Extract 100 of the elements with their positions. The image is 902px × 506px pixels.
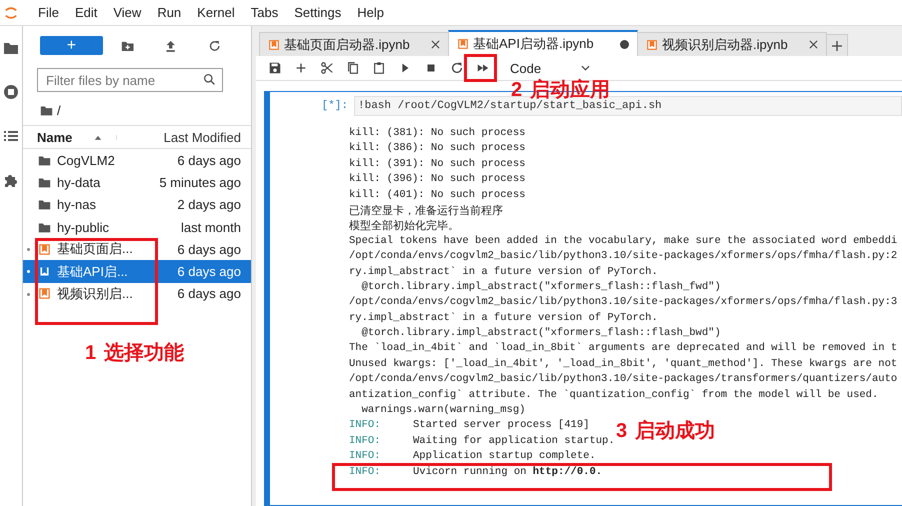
notebook-tab[interactable]: 视频识别启动器.ipynb [637, 32, 827, 56]
log-level: INFO: [349, 418, 382, 434]
path-text[interactable]: / [57, 102, 61, 118]
output-line: antization_config` attribute. The `quantization_config` from the model will be used. [349, 388, 880, 403]
notebook-icon [268, 38, 280, 50]
modified-time: last month [181, 220, 241, 235]
plus-icon [832, 40, 842, 50]
folder-icon [38, 176, 51, 189]
output-line: /opt/conda/envs/cogvlm2_basic/lib/python3.10/site-packages/transformers/quantizers/auto [349, 372, 898, 388]
modified-column-header[interactable]: Last Modified [164, 130, 241, 144]
log-level: INFO: [349, 434, 382, 449]
name-column-header[interactable]: Name [37, 130, 72, 144]
menu-item[interactable]: Help [349, 5, 392, 20]
clipboard-icon[interactable] [372, 61, 386, 75]
tab-label: 视频识别启动器.ipynb [662, 36, 789, 54]
file-row[interactable]: CogVLM2 6 days ago [23, 149, 251, 172]
output-line: Special tokens have been added in the vocabulary, make sure the associated word embeddi [349, 234, 898, 249]
close-icon[interactable] [809, 40, 818, 49]
step-label: 启动成功 [635, 420, 716, 440]
puzzle-icon[interactable] [3, 172, 19, 188]
copy-icon[interactable] [346, 61, 360, 75]
new-launcher-button[interactable]: + [40, 36, 103, 55]
output-line: kill: (381): No such process [349, 126, 526, 141]
menu-item[interactable]: Settings [286, 5, 350, 20]
output-line: /opt/conda/envs/cogvlm2_basic/lib/python3.10/site-packages/xformers/ops/fmha/flash.py:3 [349, 295, 898, 310]
step-number: 1 [85, 343, 96, 363]
file-name: hy-public [57, 220, 110, 235]
refresh-icon[interactable] [208, 38, 222, 52]
file-row[interactable]: hy-public last month [23, 216, 251, 238]
file-row[interactable]: hy-nas 2 days ago [23, 194, 251, 216]
modified-time: 6 days ago [177, 152, 241, 168]
file-name: CogVLM2 [57, 152, 116, 168]
save-icon[interactable] [268, 61, 282, 75]
tab-label: 基础API启动器.ipynb [473, 35, 595, 53]
notebook-icon [457, 38, 469, 50]
output-line: 已清空显卡，准备运行当前程序 [349, 202, 504, 218]
modified-time: 5 minutes ago [159, 174, 241, 190]
log-message: Waiting for application startup. [413, 434, 615, 449]
output-line: The `load_in_4bit` and `load_in_8bit` arguments are deprecated and will be removed in t [349, 341, 898, 356]
output-line: ry.impl_abstract` in a future version of PyTorch. [349, 264, 659, 280]
modified-time: 2 days ago [177, 197, 241, 212]
cell-type-dropdown[interactable]: Code [510, 60, 590, 76]
file-row[interactable]: hy-data 5 minutes ago [23, 171, 251, 194]
filter-field[interactable]: Filter files by name [37, 68, 223, 92]
folder-icon [38, 198, 51, 212]
output-line: kill: (396): No such process [349, 172, 526, 188]
file-name: hy-nas [57, 197, 98, 212]
log-level: INFO: [349, 464, 382, 480]
modified-time: 6 days ago [177, 286, 241, 302]
notebook-icon [38, 265, 51, 278]
file-row[interactable]: 基础页面启... 6 days ago [23, 238, 251, 260]
notebook-icon [646, 38, 658, 50]
output-line: /opt/conda/envs/cogvlm2_basic/lib/python3.10/site-packages/xformers/ops/fmha/flash.py:2 [349, 249, 898, 264]
cell-prompt: [*]: [320, 100, 349, 112]
plus-icon[interactable] [294, 61, 308, 75]
menu-item[interactable]: Kernel [189, 5, 243, 20]
upload-icon[interactable] [164, 38, 178, 52]
file-name: 视频识别启... [57, 284, 134, 303]
restart-icon[interactable] [450, 61, 464, 75]
notebook-icon [38, 287, 51, 300]
log-message: Uvicorn running on http://0.0. [413, 464, 602, 480]
output-line: 模型全部初始化完毕。 [349, 218, 460, 234]
output-line: kill: (401): No such process [349, 188, 526, 203]
file-row[interactable]: 基础API启... 6 days ago [23, 260, 251, 283]
menu-item[interactable]: Run [149, 5, 190, 20]
scissors-icon[interactable] [320, 61, 334, 75]
output-line: ry.impl_abstract` in a future version of PyTorch. [349, 310, 659, 326]
menu-item[interactable]: File [30, 5, 67, 20]
close-icon[interactable] [431, 40, 440, 49]
notebook-tab[interactable]: 基础页面启动器.ipynb [259, 32, 449, 56]
file-row[interactable]: 视频识别启... 6 days ago [23, 282, 251, 306]
log-message: Application startup complete. [413, 449, 596, 464]
output-line: kill: (391): No such process [349, 156, 526, 172]
sort-up-icon [94, 134, 118, 140]
menu-item[interactable]: Edit [66, 5, 106, 20]
output-line: @torch.library.impl_abstract("xformers_flash::flash_bwd") [360, 326, 722, 342]
output-line: kill: (386): No such process [349, 141, 526, 156]
notebook-icon [38, 242, 51, 256]
notebook-tab[interactable]: 基础API启动器.ipynb [448, 30, 638, 56]
tab-label: 基础页面启动器.ipynb [284, 36, 411, 54]
search-icon [203, 73, 216, 86]
modified-time: 6 days ago [177, 264, 241, 280]
output-line: warnings.warn(warning_msg) [360, 403, 526, 418]
folder-icon[interactable] [3, 40, 19, 56]
output-line: Unused kwargs: ['_load_in_4bit', '_load_in_8bit', 'quant_method']. These kwargs are not [349, 356, 898, 372]
menu-item[interactable]: Tabs [242, 5, 286, 20]
folder-icon [38, 220, 51, 234]
output-line: @torch.library.impl_abstract("xformers_flash::flash_fwd") [360, 280, 722, 295]
file-name: 基础API启... [57, 262, 129, 281]
add-tab-button[interactable] [826, 34, 848, 56]
stop-circle-icon[interactable] [3, 84, 19, 100]
log-level: INFO: [349, 449, 382, 464]
menu-item[interactable]: View [105, 5, 150, 20]
file-name: 基础页面启... [57, 240, 134, 258]
folder-icon [40, 104, 53, 116]
highlight-frame [464, 54, 497, 82]
modified-time: 6 days ago [177, 242, 241, 257]
list-icon[interactable] [3, 128, 19, 144]
file-name: hy-data [57, 174, 102, 190]
folder-icon [38, 154, 51, 167]
